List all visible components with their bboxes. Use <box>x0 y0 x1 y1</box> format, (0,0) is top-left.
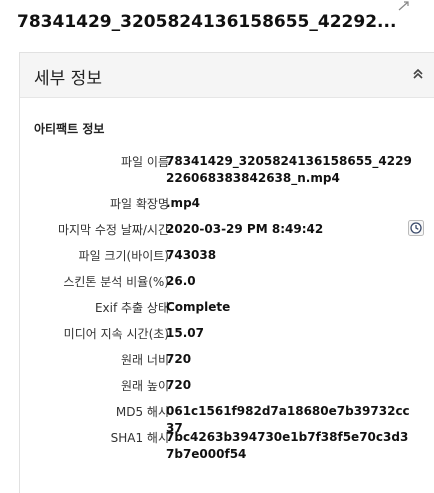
row-label: 원래 너비 <box>121 353 169 367</box>
row-label: MD5 해시 <box>115 405 169 419</box>
details-panel-header[interactable]: 세부 정보 <box>20 53 434 98</box>
row-label: 파일 크기(바이트) <box>78 249 169 263</box>
row-value: Complete <box>166 300 231 314</box>
chevron-double-up-icon[interactable] <box>411 67 425 81</box>
row-label: 미디어 지속 시간(초) <box>63 327 169 341</box>
clock-icon[interactable] <box>408 220 424 236</box>
row-value: .mp4 <box>166 196 201 210</box>
row-value: 743038 <box>166 248 217 262</box>
panel-title: 세부 정보 <box>34 69 102 89</box>
row-value: 2020-03-29 PM 8:49:42 <box>166 222 324 236</box>
row-label: 원래 높이 <box>121 379 169 393</box>
section-title: 아티팩트 정보 <box>34 122 105 136</box>
row-value: 720 <box>166 378 192 392</box>
row-label: 마지막 수정 날짜/시간 <box>57 223 169 237</box>
artifact-title: 78341429_3205824136158655_42292... <box>17 12 397 32</box>
cursor-resize-icon <box>398 1 409 11</box>
row-label: 스킨톤 분석 비율(%) <box>63 275 169 289</box>
row-label: 파일 이름 <box>121 155 169 169</box>
row-value: 15.07 <box>166 326 204 340</box>
row-label: Exif 추출 상태 <box>94 301 169 315</box>
row-label: SHA1 해시 <box>110 431 169 445</box>
row-value: 720 <box>166 352 192 366</box>
row-value: 26.0 <box>166 274 196 288</box>
row-value: 7bc4263b394730e1b7f38f5e70c3d37b7e000f54 <box>166 430 409 461</box>
row-value: 78341429_3205824136158655_42292260683838… <box>166 154 412 185</box>
details-panel: 세부 정보 아티팩트 정보 파일 이름 78341429_32058241361… <box>19 52 434 493</box>
row-label: 파일 확장명 <box>109 197 169 211</box>
